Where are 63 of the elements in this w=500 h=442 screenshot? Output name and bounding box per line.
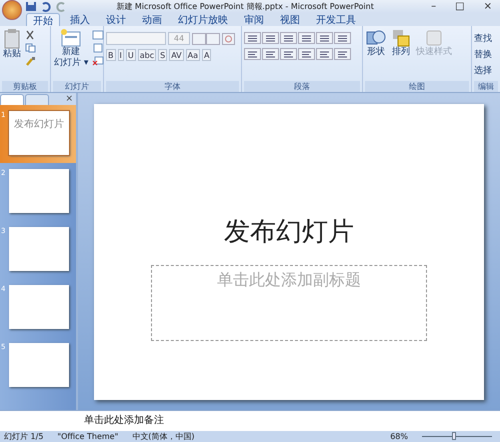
group-label: 剪贴板 xyxy=(2,81,48,92)
ribbon-tab[interactable]: 动画 xyxy=(136,13,168,26)
slide-icon xyxy=(60,29,82,47)
ribbon-tab[interactable]: 视图 xyxy=(274,13,306,26)
drawing-button[interactable]: 排列 xyxy=(390,28,412,59)
group-label: 编辑 xyxy=(474,81,498,92)
save-icon[interactable] xyxy=(25,1,37,12)
format-button[interactable]: abc xyxy=(138,49,156,61)
copy-icon[interactable] xyxy=(25,43,36,53)
format-button[interactable]: AV xyxy=(169,49,184,61)
office-button[interactable] xyxy=(2,0,22,20)
font-name-field[interactable] xyxy=(106,32,166,45)
zoom-slider-thumb[interactable] xyxy=(452,432,456,440)
ribbon-tab[interactable]: 设计 xyxy=(100,13,132,26)
slide-thumbnail[interactable] xyxy=(9,227,69,271)
format-button[interactable]: I xyxy=(118,49,124,61)
group-label: 绘图 xyxy=(365,81,469,92)
ribbon-tab[interactable]: 开始 xyxy=(26,13,60,26)
paste-button[interactable]: 粘贴 xyxy=(2,28,22,61)
outline-tab[interactable] xyxy=(25,94,49,104)
slide-thumbnail[interactable] xyxy=(9,343,69,387)
window-control[interactable]: □ xyxy=(447,1,473,12)
ribbon-tab[interactable]: 审阅 xyxy=(238,13,270,26)
notes-field[interactable]: 单击此处添加备注 xyxy=(0,410,500,431)
close-button[interactable]: × xyxy=(65,94,76,104)
format-button[interactable]: S xyxy=(158,49,168,61)
undo-icon[interactable] xyxy=(40,1,52,12)
list-buttons-icon[interactable] xyxy=(244,32,354,44)
editing-button[interactable]: 查找 xyxy=(474,32,492,44)
drawing-button[interactable]: 形状 xyxy=(365,28,387,59)
window-title: 新建 Microsoft Office PowerPoint 簡報.pptx - Microsoft PowerPoint xyxy=(115,1,375,12)
group-label: 字体 xyxy=(106,81,239,92)
new-slide-button[interactable]: 新建 幻灯片 ▾ xyxy=(53,28,90,70)
theme-name: "Office Theme" xyxy=(57,432,118,441)
format-button[interactable]: A xyxy=(202,49,212,61)
style-icon xyxy=(424,29,444,47)
format-button[interactable]: U xyxy=(126,49,136,61)
editing-button[interactable]: 选择 xyxy=(474,64,492,76)
brush-icon[interactable] xyxy=(25,56,36,66)
slides-tab[interactable] xyxy=(0,94,24,104)
window-control[interactable]: × xyxy=(476,1,500,12)
group-label: 段落 xyxy=(244,81,360,92)
slide-title[interactable]: 发布幻灯片 xyxy=(224,214,354,248)
shapes-icon xyxy=(366,29,386,47)
ribbon-tab[interactable]: 幻灯片放映 xyxy=(172,13,234,26)
delete-slide-icon[interactable] xyxy=(92,56,106,66)
slide-count: 幻灯片 1/5 xyxy=(4,431,44,442)
alignment-buttons-icon[interactable] xyxy=(244,48,354,60)
format-button[interactable]: Aa xyxy=(186,49,200,61)
group-label: 幻灯片 xyxy=(53,81,101,92)
ribbon-tab[interactable]: 插入 xyxy=(64,13,96,26)
language: 中文(简体，中国) xyxy=(132,431,195,442)
format-button[interactable]: B xyxy=(106,49,116,61)
slide-thumbnail[interactable] xyxy=(9,169,69,213)
arrange-icon xyxy=(391,29,411,47)
clipboard-icon xyxy=(3,29,21,49)
slide-thumbnail[interactable] xyxy=(9,285,69,329)
editing-button[interactable]: 替换 xyxy=(474,48,492,60)
zoom-level[interactable]: 68% xyxy=(390,432,408,441)
window-control[interactable]: – xyxy=(423,1,444,12)
scissors-icon[interactable] xyxy=(25,30,36,40)
ribbon-tab[interactable]: 开发工具 xyxy=(310,13,362,26)
slide-thumbnail[interactable]: 发布幻灯片 xyxy=(9,111,69,155)
